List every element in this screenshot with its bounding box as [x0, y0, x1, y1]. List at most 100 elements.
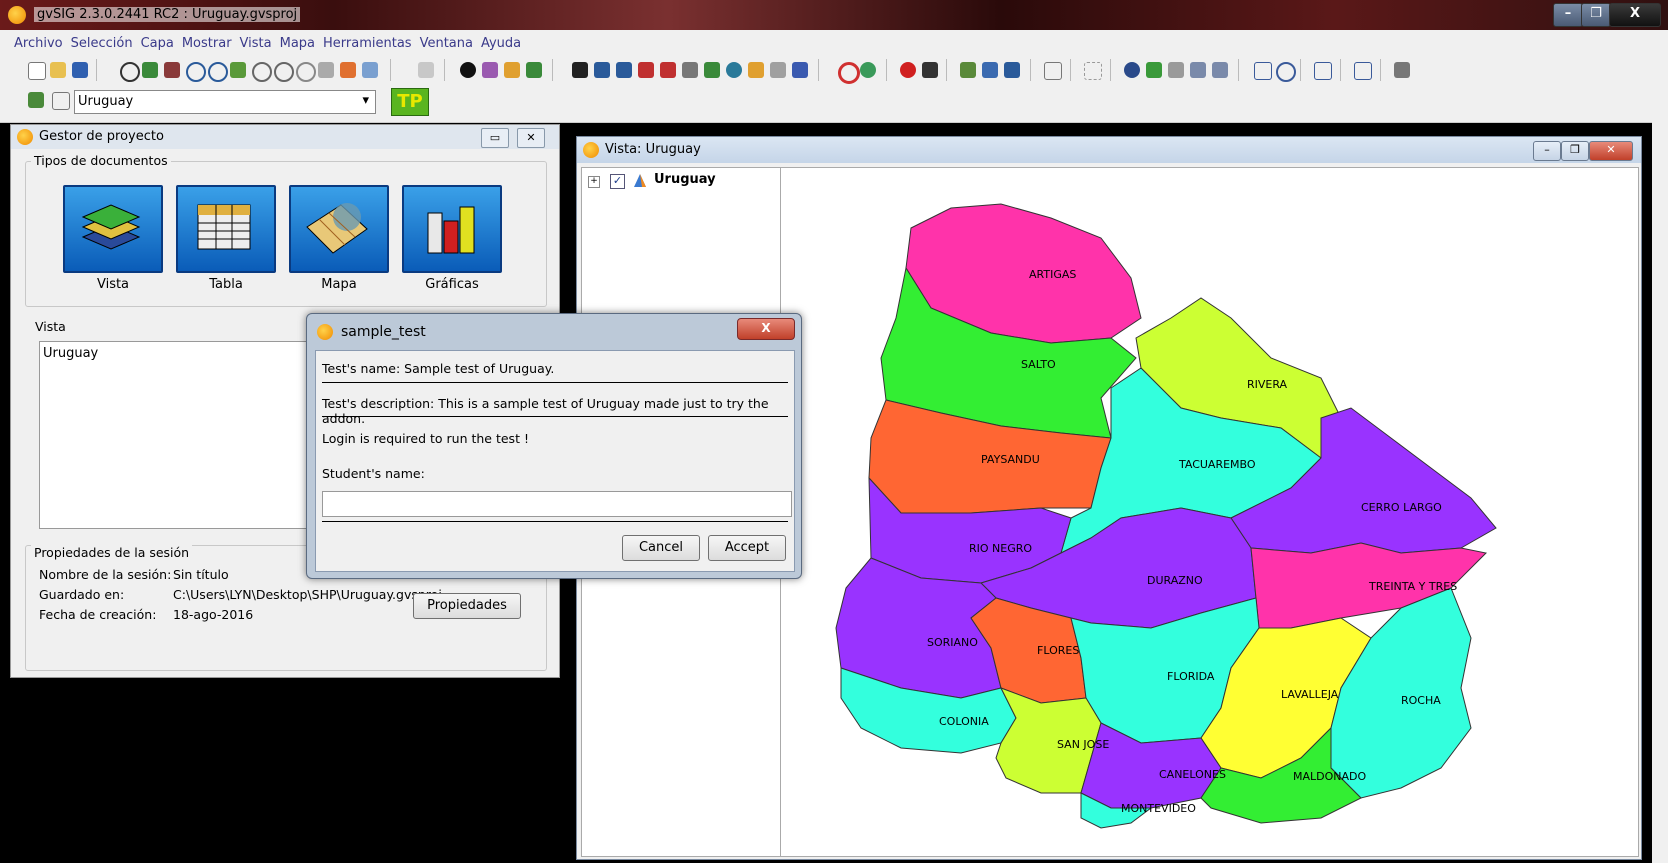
pm-close-button[interactable]: ✕ [517, 128, 545, 148]
save-project-icon[interactable] [72, 62, 88, 78]
dialog-body: Test's name: Sample test of Uruguay. Tes… [315, 350, 795, 572]
project-manager-header: Gestor de proyecto ▭ ✕ [11, 125, 559, 149]
graph-icon[interactable] [504, 62, 520, 78]
pan-hand-icon[interactable] [120, 62, 140, 82]
menu-mapa[interactable]: Mapa [276, 30, 319, 51]
map-label-san-jose: SAN JOSE [1057, 738, 1109, 751]
layer-visibility-checkbox[interactable]: ✓ [610, 174, 625, 189]
expand-node-icon[interactable]: + [588, 176, 600, 188]
view-maximize-button[interactable]: ❐ [1561, 141, 1589, 161]
select-pointer-icon[interactable] [572, 62, 588, 78]
map-label-soriano: SORIANO [927, 636, 978, 649]
layer-stack-icon[interactable] [28, 92, 44, 108]
student-name-input[interactable] [322, 491, 792, 517]
import-icon[interactable] [960, 62, 976, 78]
pm-restore-button[interactable]: ▭ [481, 128, 509, 148]
menu-capa[interactable]: Capa [137, 30, 178, 51]
doc-type-mapa-button[interactable] [289, 185, 389, 273]
project-manager-title: Gestor de proyecto [39, 129, 164, 144]
pages-icon[interactable] [1394, 62, 1410, 78]
zoom-full-icon[interactable] [142, 62, 158, 78]
add-layer-icon[interactable] [340, 62, 356, 78]
attributes-icon[interactable] [1354, 62, 1372, 80]
new-project-icon[interactable] [28, 62, 46, 80]
zoom-layer-icon[interactable] [230, 62, 246, 78]
doc-type-vista-button[interactable] [63, 185, 163, 273]
doc-type-tabla-label: Tabla [209, 277, 243, 292]
zoom-back-icon[interactable] [296, 62, 316, 82]
zoom-in-icon[interactable] [186, 62, 206, 82]
dialog-close-button[interactable]: X [737, 318, 795, 340]
menu-archivo[interactable]: Archivo [10, 30, 67, 51]
menu-vista[interactable]: Vista [236, 30, 276, 51]
bar-chart-icon [427, 206, 475, 254]
view-minimize-button[interactable]: – [1533, 141, 1561, 161]
select-layer-icon[interactable] [704, 62, 720, 78]
settings-icon[interactable] [860, 62, 876, 78]
select-attr-icon[interactable] [682, 62, 698, 78]
world-icon[interactable] [1124, 62, 1140, 78]
tp-button[interactable]: TP [391, 88, 429, 116]
query-icon[interactable] [482, 62, 498, 78]
menu-mostrar[interactable]: Mostrar [178, 30, 236, 51]
toolbar-separator [886, 59, 887, 81]
table-icon[interactable] [1212, 62, 1228, 78]
select-circle-icon[interactable] [638, 62, 654, 78]
measure-icon[interactable] [318, 62, 334, 78]
doc-type-graficas-label: Gráficas [425, 277, 479, 292]
tools-icon[interactable] [922, 62, 938, 78]
export-icon[interactable] [982, 62, 998, 78]
select-rect-icon[interactable] [594, 62, 610, 78]
anchor-icon[interactable] [1004, 62, 1020, 78]
menu-herramientas[interactable]: Herramientas [319, 30, 416, 51]
active-layer-combo[interactable]: Uruguay ▾ [74, 90, 376, 114]
view-close-button[interactable]: ✕ [1589, 141, 1633, 161]
doc-type-tabla-button[interactable] [176, 185, 276, 273]
map-label-paysandu: PAYSANDU [981, 453, 1040, 466]
grid-icon[interactable] [1084, 62, 1102, 80]
warning-icon[interactable] [900, 62, 916, 78]
locator-icon[interactable] [362, 62, 378, 78]
window-close-button[interactable]: X [1609, 3, 1661, 27]
window-maximize-button[interactable]: ❐ [1581, 3, 1611, 27]
filter-icon[interactable] [792, 62, 808, 78]
doc-list-label: Vista [35, 319, 66, 334]
window-minimize-button[interactable]: – [1553, 3, 1583, 27]
layer-name[interactable]: Uruguay [654, 172, 716, 187]
chart-icon[interactable] [1044, 62, 1062, 80]
select-polygon-icon[interactable] [616, 62, 632, 78]
properties-button[interactable]: Propiedades [413, 593, 521, 619]
zoom-next-icon[interactable] [274, 62, 294, 82]
search-icon[interactable] [1276, 62, 1296, 82]
doc-type-vista-label: Vista [96, 277, 130, 292]
doc-type-graficas-button[interactable] [402, 185, 502, 273]
info-icon[interactable] [460, 62, 476, 78]
layer-edit-icon[interactable] [52, 92, 70, 110]
gvsig-app-icon [8, 6, 26, 24]
menu-ayuda[interactable]: Ayuda [477, 30, 525, 51]
transform-icon[interactable] [1168, 62, 1184, 78]
target-icon[interactable] [838, 62, 860, 84]
doc-list-item[interactable]: Uruguay [43, 346, 98, 361]
map-canvas[interactable]: ARTIGAS SALTO RIVERA PAYSANDU TACUAREMBO… [780, 167, 1639, 857]
invert-selection-icon[interactable] [748, 62, 764, 78]
menu-seleccion[interactable]: Selección [67, 30, 137, 51]
map-label-rocha: ROCHA [1401, 694, 1441, 707]
list-icon[interactable] [1314, 62, 1332, 80]
open-project-icon[interactable] [50, 62, 66, 78]
zoom-select-icon[interactable] [164, 62, 180, 78]
cancel-button[interactable]: Cancel [622, 535, 700, 561]
hyperlink-icon[interactable] [418, 62, 434, 78]
layers-icon[interactable] [1190, 62, 1206, 78]
document-icon[interactable] [1254, 62, 1272, 80]
clear-selection-icon[interactable] [770, 62, 786, 78]
accept-button[interactable]: Accept [708, 535, 786, 561]
raster-icon[interactable] [1146, 62, 1162, 78]
zoom-out-icon[interactable] [208, 62, 228, 82]
zoom-previous-icon[interactable] [252, 62, 272, 82]
edit-icon[interactable] [526, 62, 542, 78]
menu-ventana[interactable]: Ventana [416, 30, 477, 51]
select-buffer-icon[interactable] [660, 62, 676, 78]
globe-icon[interactable] [726, 62, 742, 78]
toolbar-separator [1340, 59, 1341, 81]
